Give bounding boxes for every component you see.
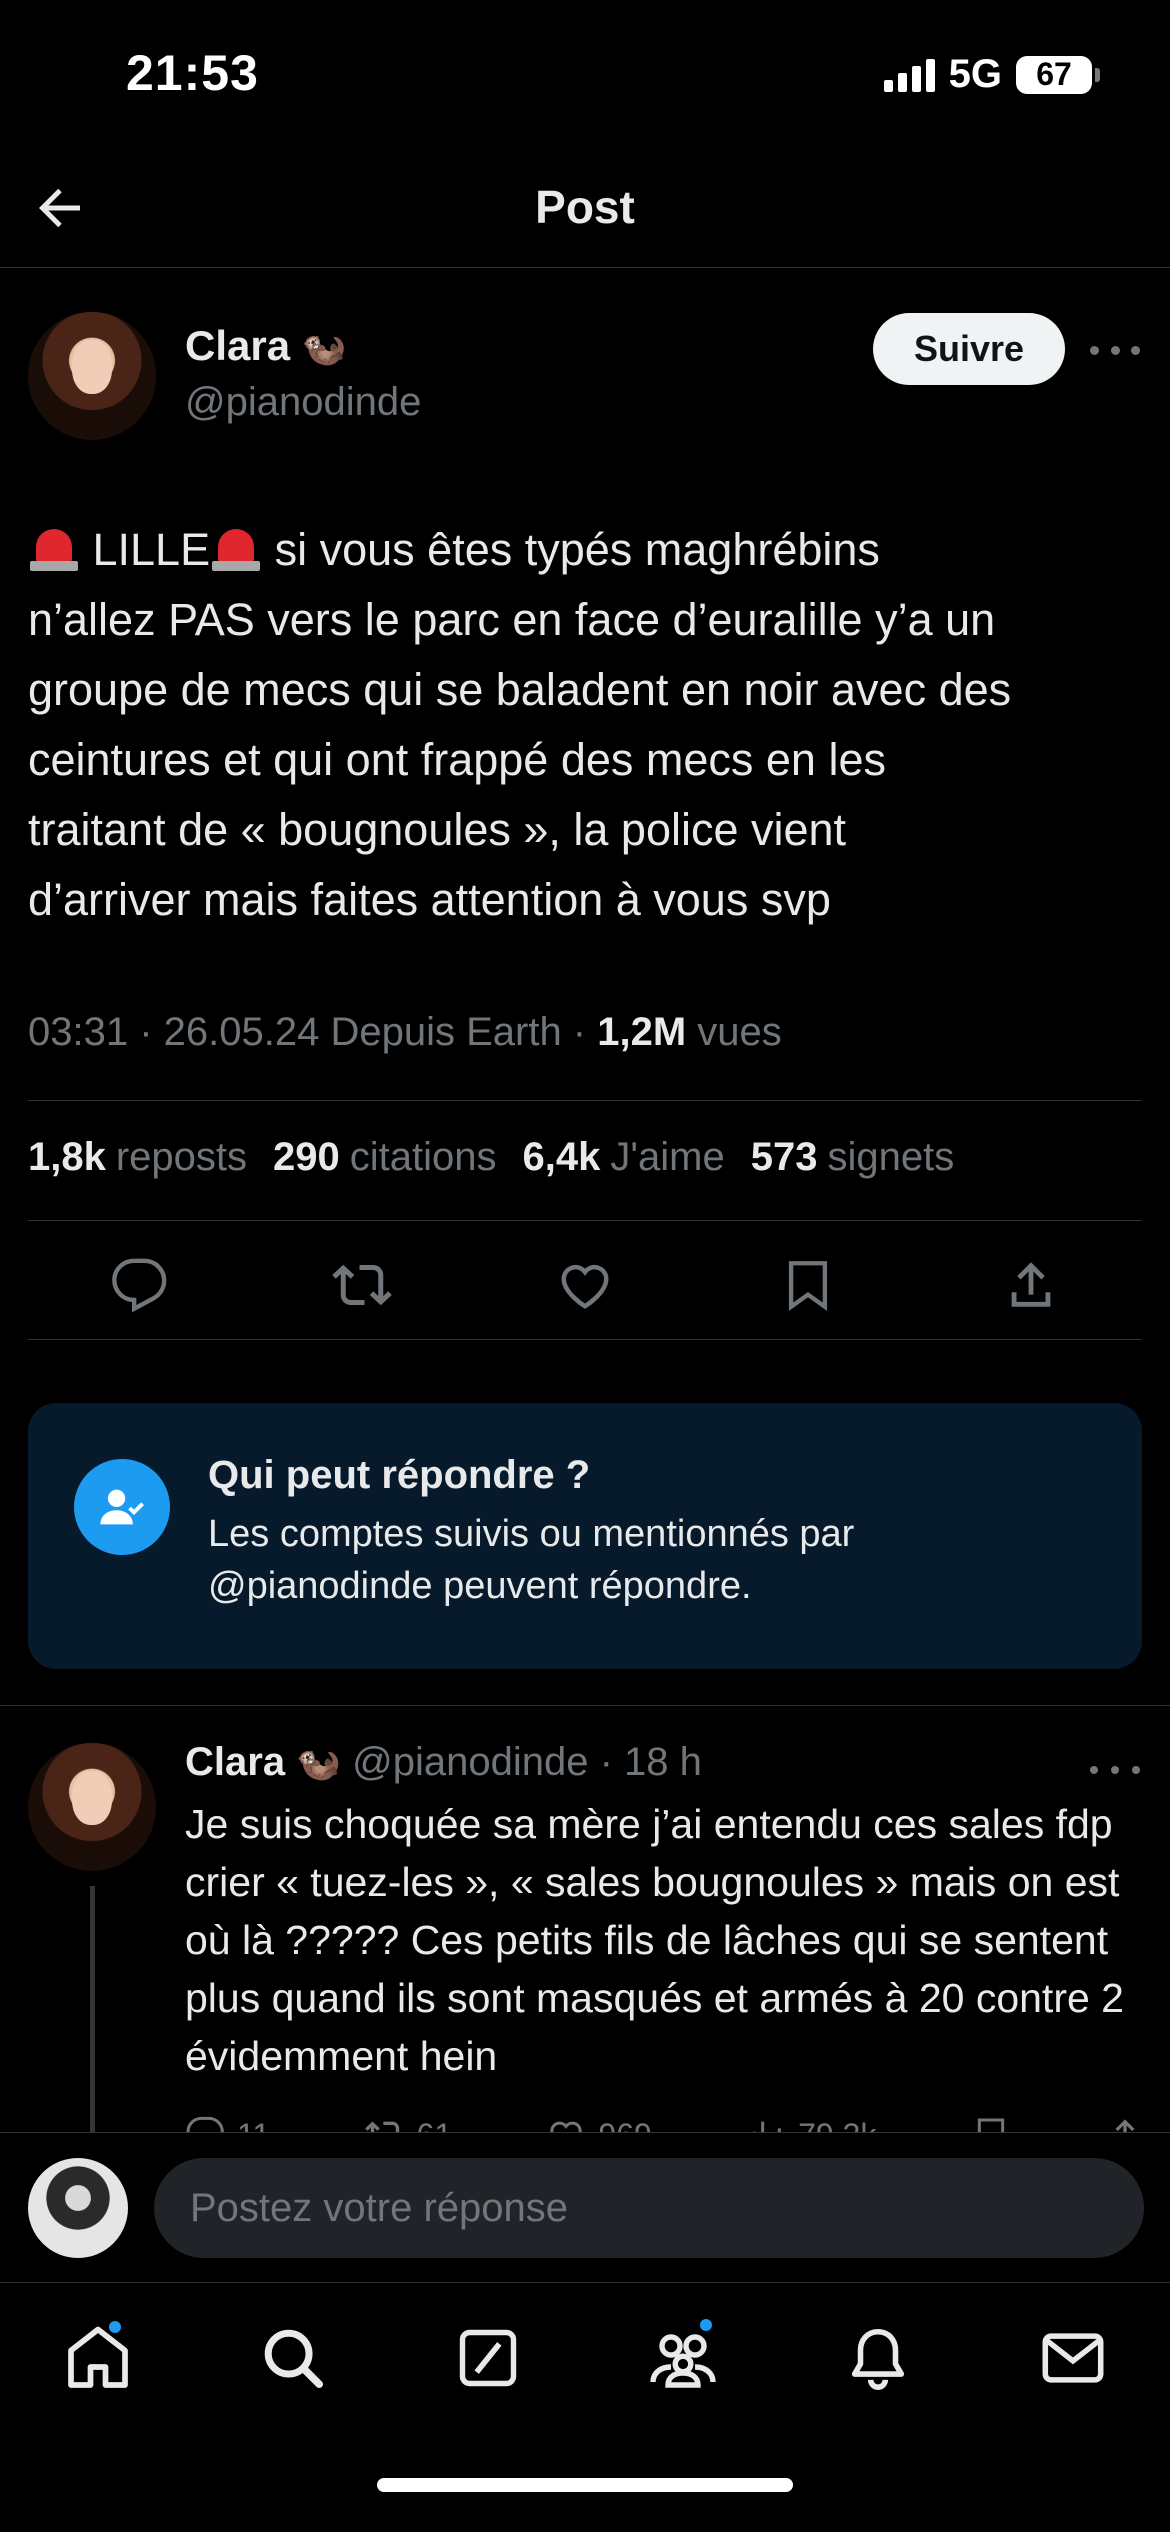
divider [0,1705,1170,1706]
post-text-prefix: LILLE [80,524,211,575]
siren-emoji [28,521,80,573]
divider [28,1220,1142,1221]
reply-handle-time: @pianodinde · 18 h [341,1740,702,1784]
status-bar: 21:53 5G 67 [0,0,1170,150]
notifications-icon[interactable] [833,2313,923,2403]
page-title: Post [535,181,635,233]
siren-emoji [210,521,262,573]
author-name-text: Clara [185,322,291,369]
network-type: 5G [948,52,1002,96]
communities-badge [697,2317,714,2333]
reply-text: Je suis choquée sa mère j’ai entendu ces… [185,1801,1124,2079]
views-label: vues [686,1010,782,1054]
like-icon[interactable] [550,1250,620,1320]
post-timestamp: 03:31 · 26.05.24 Depuis Earth · [28,1010,598,1054]
thread-line [90,1886,95,2136]
post-meta: 03:31 · 26.05.24 Depuis Earth · 1,2M vue… [28,1010,782,1055]
grok-icon[interactable] [443,2313,533,2403]
more-options-icon[interactable] [1090,330,1140,370]
otter-emoji: 🦦 [301,327,347,368]
compose-bar: Postez votre réponse [0,2132,1170,2282]
otter-emoji: 🦦 [296,1742,342,1783]
likes-stat[interactable]: 6,4k J'aime [523,1135,725,1180]
post-text: LILLE si vous êtes typés maghrébins n’al… [28,515,1148,935]
card-title: Qui peut répondre ? [208,1453,591,1497]
quotes-stat[interactable]: 290 citations [273,1135,497,1180]
engagement-stats: 1,8k reposts 290 citations 6,4k J'aime 573 s… [28,1135,954,1180]
repost-icon[interactable] [327,1250,397,1320]
home-icon[interactable] [53,2313,143,2403]
author-avatar[interactable] [28,312,156,440]
status-indicators: 5G 67 [883,52,1100,97]
post-actions [28,1240,1142,1330]
bookmark-icon[interactable] [773,1250,843,1320]
author-handle[interactable]: @pianodinde [185,380,421,425]
reply-restriction-card: Qui peut répondre ? Les comptes suivis o… [28,1403,1142,1669]
my-avatar[interactable] [28,2158,128,2258]
home-badge [106,2319,123,2335]
reply-more-options-icon[interactable] [1090,1755,1140,1785]
reply-header: Clara 🦦 @pianodinde · 18 h [185,1740,702,1785]
top-bar: Post [0,150,1170,268]
divider [28,1339,1142,1340]
reply-icon[interactable] [104,1250,174,1320]
home-indicator [377,2478,793,2492]
views-count: 1,2M [597,1010,687,1054]
reply-author-avatar[interactable] [28,1743,156,1871]
communities-icon[interactable] [638,2313,728,2403]
reply-author-name[interactable]: Clara [185,1740,285,1784]
search-icon[interactable] [248,2313,338,2403]
share-icon[interactable] [996,1250,1066,1320]
author-name[interactable]: Clara 🦦 [185,322,347,370]
user-check-icon [74,1459,170,1555]
post-text-body: si vous êtes typés maghrébins n’allez PA… [28,524,1012,925]
card-body: Les comptes suivis ou mentionnés par @pi… [208,1513,855,1607]
reply-input[interactable]: Postez votre réponse [154,2158,1144,2258]
battery-icon: 67 [1016,55,1100,94]
battery-level: 67 [1036,56,1072,92]
bookmarks-stat[interactable]: 573 signets [751,1135,955,1180]
status-time: 21:53 [126,45,259,101]
signal-icon [883,58,935,92]
reposts-stat[interactable]: 1,8k reposts [28,1135,247,1180]
follow-button[interactable]: Suivre [873,313,1065,385]
bottom-tab-bar [0,2282,1170,2532]
messages-icon[interactable] [1028,2313,1118,2403]
divider [28,1100,1142,1101]
